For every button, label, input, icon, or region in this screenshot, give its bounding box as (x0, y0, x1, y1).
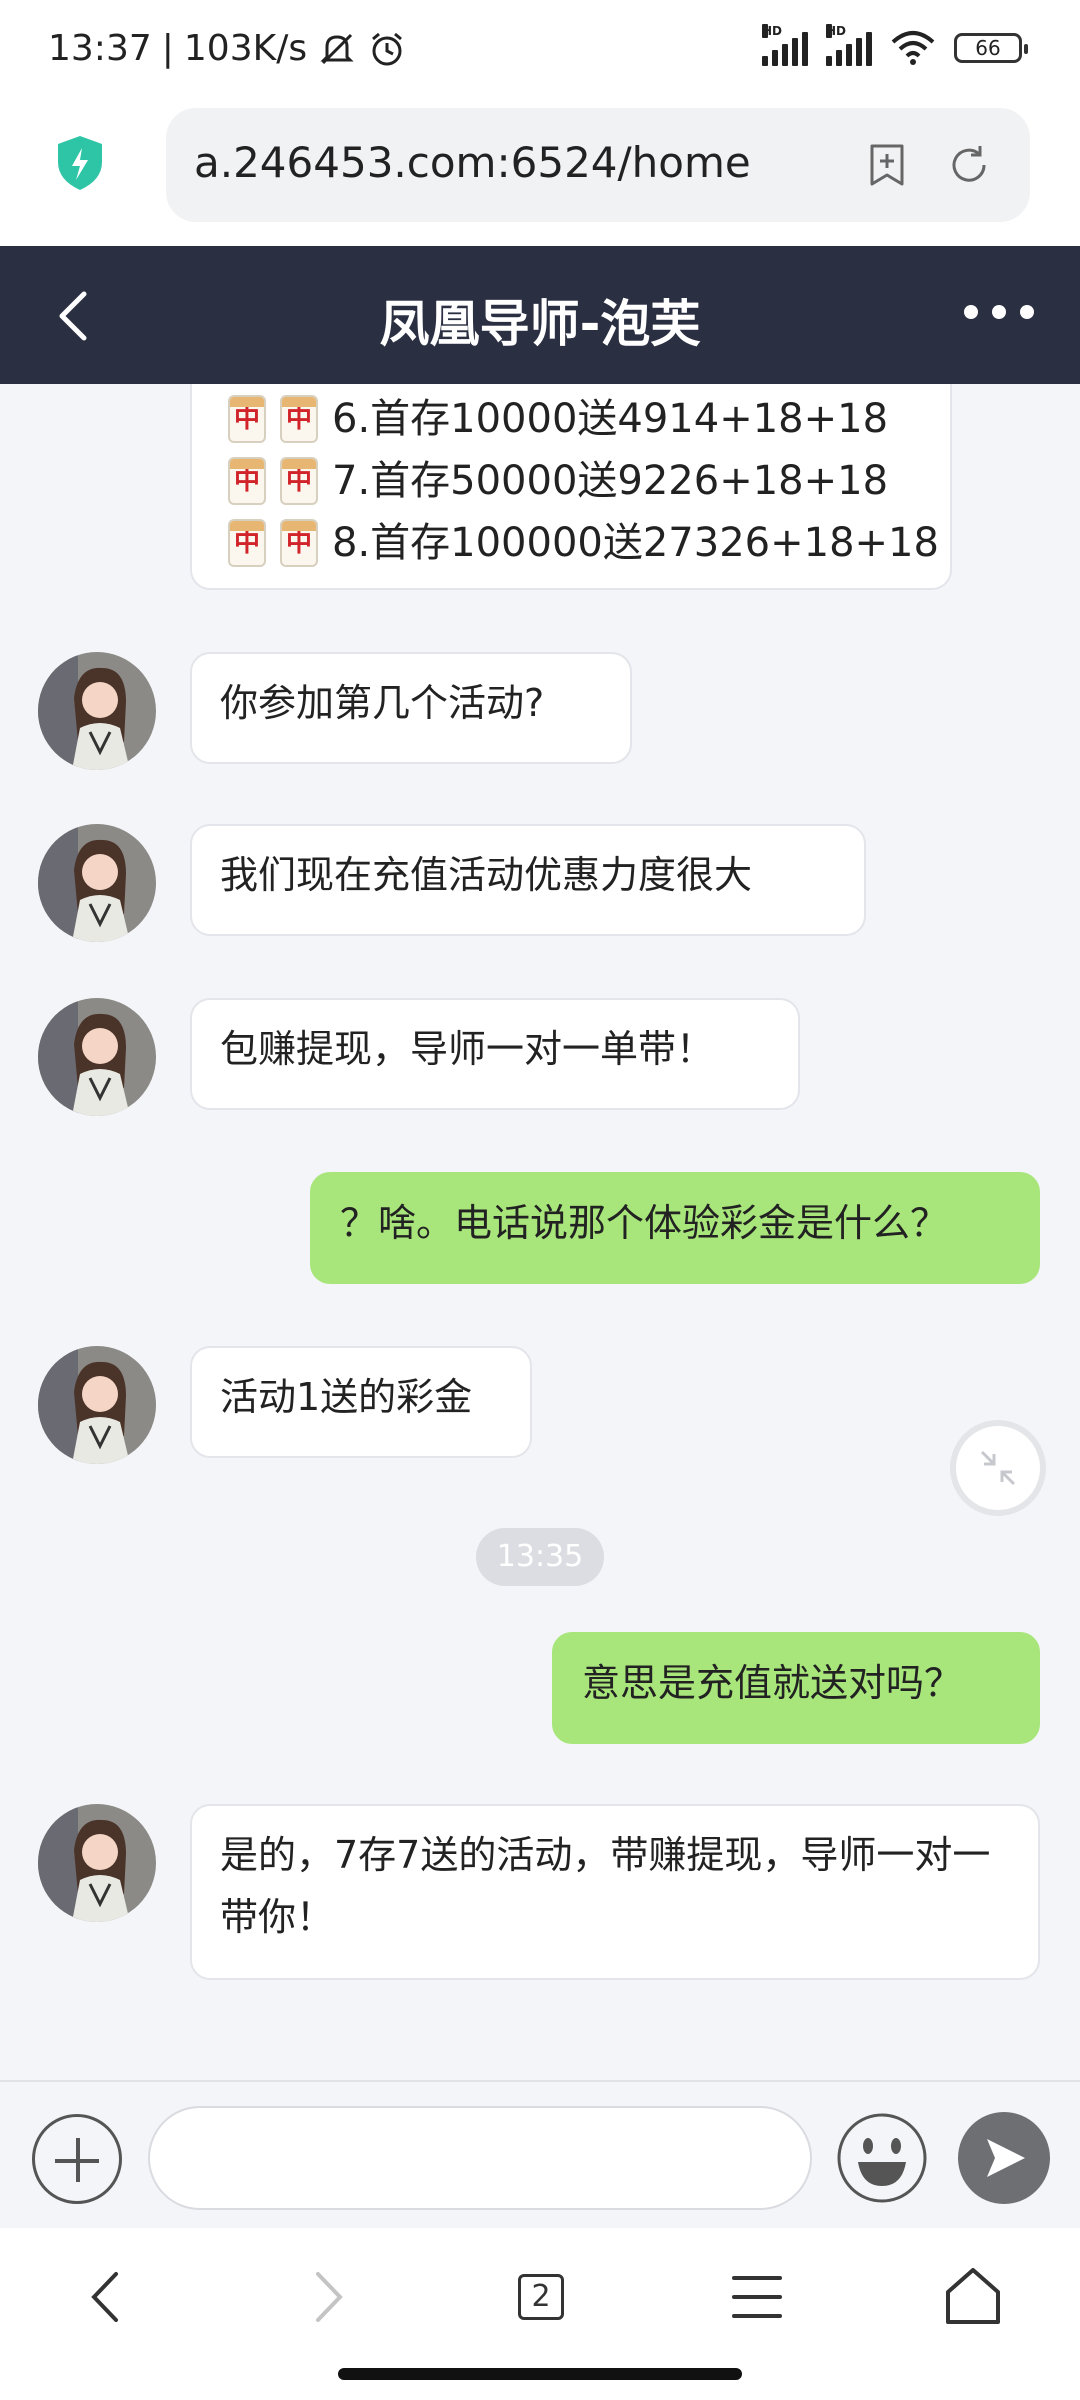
promo-line: 中 中 8.首存100000送27326+18+18 (228, 512, 950, 574)
status-time: 13:37 (48, 28, 152, 69)
mahjong-tile-icon: 中 (280, 457, 318, 505)
avatar[interactable] (38, 824, 156, 942)
message-bubble: 我们现在充值活动优惠力度很大 (190, 824, 866, 936)
tabs-button[interactable]: 2 (506, 2262, 576, 2332)
network-speed: 103K/s (183, 28, 308, 69)
plus-icon[interactable] (32, 2114, 122, 2204)
signal-1-icon: HD (762, 24, 808, 66)
chat-title: 凤凰导师-泡芙 (379, 295, 701, 353)
battery-icon: 66 (954, 33, 1028, 63)
alarm-icon (372, 32, 403, 65)
mute-icon (320, 33, 354, 64)
status-right: HD HD 66 (762, 24, 1028, 66)
message-bubble: 活动1送的彩金 (190, 1346, 532, 1458)
tab-count: 2 (518, 2274, 564, 2320)
promo-line: 中 中 7.首存50000送9226+18+18 (228, 450, 950, 512)
message-list[interactable]: 中 中 6.首存10000送4914+18+18 中 中 7.首存50000送9… (0, 384, 1080, 2080)
status-left: 13:37 | 103K/s (48, 28, 407, 69)
my-message-bubble: ？啥。电话说那个体验彩金是什么？ (310, 1172, 1040, 1284)
avatar[interactable] (38, 652, 156, 770)
avatar[interactable] (38, 1804, 156, 1922)
input-bar (0, 2080, 1080, 2228)
forward-icon[interactable] (292, 2262, 362, 2332)
collapse-arrows-icon (980, 1450, 1016, 1486)
mahjong-tile-icon: 中 (228, 395, 266, 443)
avatar[interactable] (38, 998, 156, 1116)
message-bubble: 包赚提现，导师一对一单带！ (190, 998, 800, 1110)
minimize-float-button[interactable] (950, 1420, 1046, 1516)
back-icon[interactable] (72, 2262, 142, 2332)
url-text[interactable]: a.246453.com:6524/home (194, 138, 751, 187)
promo-line: 中 中 6.首存10000送4914+18+18 (228, 388, 950, 450)
shield-icon[interactable] (54, 134, 106, 192)
home-indicator[interactable] (338, 2368, 742, 2380)
my-message-bubble: 意思是充值就送对吗？ (552, 1632, 1040, 1744)
emoji-icon[interactable] (836, 2112, 928, 2204)
browser-url-row: a.246453.com:6524/home (0, 100, 1080, 246)
wifi-icon (891, 31, 935, 65)
chat-header: 凤凰导师-泡芙 (0, 246, 1080, 384)
send-icon[interactable] (958, 2112, 1050, 2204)
signal-2-icon: HD (826, 24, 872, 66)
mahjong-tile-icon: 中 (228, 519, 266, 567)
more-dots-icon[interactable] (964, 292, 1034, 332)
bookmark-add-icon[interactable] (864, 142, 910, 188)
mahjong-tile-icon: 中 (228, 457, 266, 505)
promo-bubble: 中 中 6.首存10000送4914+18+18 中 中 7.首存50000送9… (190, 384, 952, 590)
message-input[interactable] (148, 2106, 812, 2210)
mahjong-tile-icon: 中 (280, 519, 318, 567)
message-bubble: 是的，7存7送的活动，带赚提现，导师一对一带你！ (190, 1804, 1040, 1980)
refresh-icon[interactable] (946, 142, 992, 188)
status-bar: 13:37 | 103K/s HD HD 66 (0, 0, 1080, 100)
menu-icon[interactable] (722, 2262, 792, 2332)
timestamp-chip: 13:35 (476, 1528, 604, 1586)
home-icon[interactable] (938, 2262, 1008, 2332)
avatar[interactable] (38, 1346, 156, 1464)
message-bubble: 你参加第几个活动? (190, 652, 632, 764)
mahjong-tile-icon: 中 (280, 395, 318, 443)
address-bar[interactable]: a.246453.com:6524/home (166, 108, 1030, 222)
